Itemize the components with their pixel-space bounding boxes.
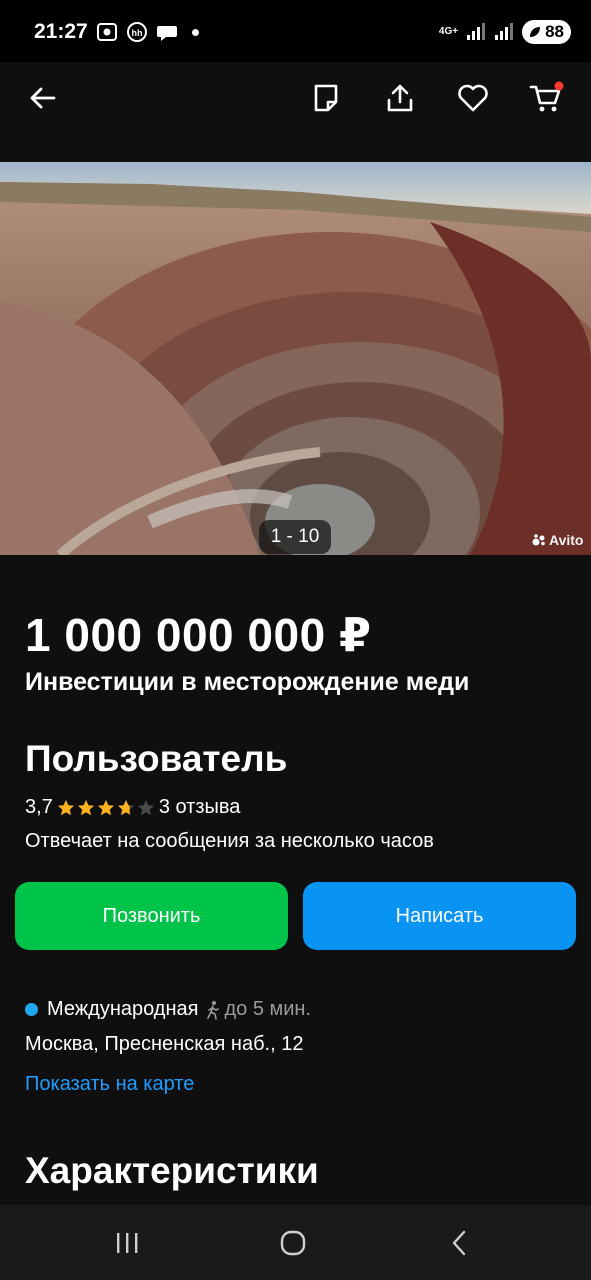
screenshot-icon (97, 23, 117, 41)
heart-icon (458, 84, 488, 112)
metro-station: Международная до 5 мин. (25, 998, 311, 1021)
walking-person-icon (207, 1000, 220, 1020)
cart-icon (529, 81, 564, 112)
cart-button[interactable] (524, 76, 568, 120)
share-button[interactable] (378, 76, 422, 120)
listing-title: Инвестиции в месторождение меди (25, 668, 470, 696)
hh-app-icon: hh (127, 22, 147, 42)
svg-text:hh: hh (132, 28, 143, 38)
seller-name[interactable]: Пользователь (25, 738, 287, 780)
system-nav-bar (0, 1205, 591, 1280)
note-button[interactable] (304, 76, 348, 120)
back-button[interactable] (21, 76, 65, 120)
open-pit-mine-photo (0, 162, 591, 555)
notification-dot-icon (192, 28, 199, 36)
star-icon (137, 799, 154, 815)
photo-gallery[interactable] (0, 162, 591, 555)
favorite-button[interactable] (451, 76, 495, 120)
arrow-left-icon (30, 87, 56, 109)
metro-line-dot-icon (25, 1003, 38, 1016)
reviews-count: 3 отзыва (158, 796, 241, 818)
avito-logo-icon (532, 534, 545, 546)
status-time: 21:27 (34, 20, 88, 43)
response-time: Отвечает на сообщения за несколько часов (25, 830, 434, 852)
message-button[interactable]: Написать (303, 882, 576, 950)
seller-rating[interactable]: 3,7 3 отзыва (25, 796, 240, 819)
gallery-counter: 1 - 10 (259, 520, 331, 554)
system-back-button[interactable] (439, 1225, 479, 1261)
status-notification-icons: hh (96, 22, 199, 42)
call-button[interactable]: Позвонить (15, 882, 288, 950)
star-icon (117, 799, 134, 815)
home-button[interactable] (273, 1225, 313, 1261)
listing-price: 1 000 000 000 ₽ (25, 609, 372, 661)
rating-score: 3,7 (25, 796, 53, 818)
home-icon (280, 1230, 306, 1256)
address: Москва, Пресненская наб., 12 (25, 1033, 304, 1055)
star-icon (77, 799, 94, 815)
walk-time: до 5 мин. (204, 998, 311, 1021)
network-type: 4G+ (438, 26, 459, 37)
signal-bars-icon (467, 23, 486, 40)
star-icon (57, 799, 74, 815)
watermark-text: Avito (549, 532, 584, 548)
show-on-map-link[interactable]: Показать на карте (25, 1073, 194, 1096)
chevron-left-icon (452, 1230, 466, 1256)
metro-name: Международная (47, 998, 199, 1020)
walk-time-text: до 5 мин. (224, 998, 312, 1020)
rating-stars (57, 799, 155, 817)
recents-icon (117, 1233, 138, 1253)
battery-indicator: 88 (522, 20, 571, 44)
chat-bubble-icon (157, 26, 177, 41)
top-app-bar (0, 62, 591, 137)
signal-bars-2-icon (495, 23, 514, 40)
note-icon (314, 84, 338, 112)
star-icon (97, 799, 114, 815)
cart-badge-dot (554, 81, 564, 91)
avito-watermark: Avito (532, 532, 583, 548)
battery-level: 88 (545, 22, 564, 41)
share-icon (387, 84, 413, 112)
recents-button[interactable] (107, 1225, 147, 1261)
specs-heading: Характеристики (25, 1150, 319, 1191)
status-bar: 21:27 hh 4G+ 88 (0, 0, 591, 62)
leaf-icon (530, 27, 541, 37)
